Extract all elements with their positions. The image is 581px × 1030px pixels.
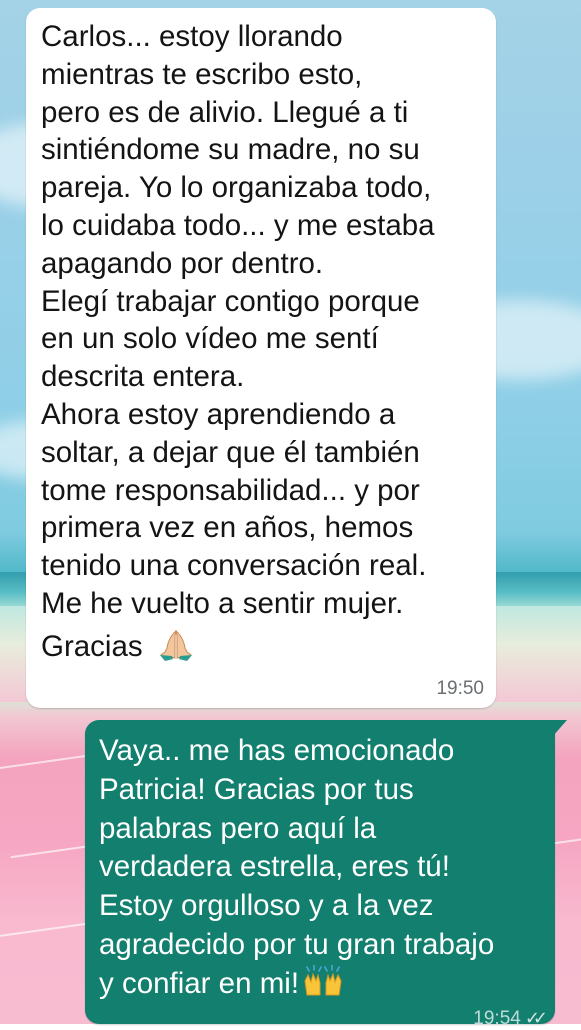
incoming-message-closing: Gracias <box>41 629 143 663</box>
outgoing-message-body: Vaya.. me has emocionado Patricia! Graci… <box>99 734 495 1000</box>
outgoing-message-bubble[interactable]: Vaya.. me has emocionado Patricia! Graci… <box>85 720 555 1029</box>
outgoing-message-text: Vaya.. me has emocionado Patricia! Graci… <box>99 732 549 1004</box>
outgoing-bubble-tail <box>553 720 567 736</box>
double-check-icon: ✓✓ <box>524 1008 548 1028</box>
incoming-message-body: Carlos... estoy llorando mientras te esc… <box>41 20 435 620</box>
incoming-message-bubble[interactable]: Carlos... estoy llorando mientras te esc… <box>26 8 496 708</box>
incoming-message-text: Carlos... estoy llorando mientras te esc… <box>41 18 491 666</box>
outgoing-message-meta: 19:54 ✓✓ <box>473 1008 548 1030</box>
wallpaper-streak <box>0 922 90 940</box>
outgoing-message-time: 19:54 <box>473 1008 521 1029</box>
folded-hands-icon <box>159 629 192 661</box>
incoming-message-time: 19:50 <box>436 678 484 699</box>
raising-hands-icon <box>304 964 342 996</box>
incoming-message-closing-line: Gracias <box>41 628 491 666</box>
